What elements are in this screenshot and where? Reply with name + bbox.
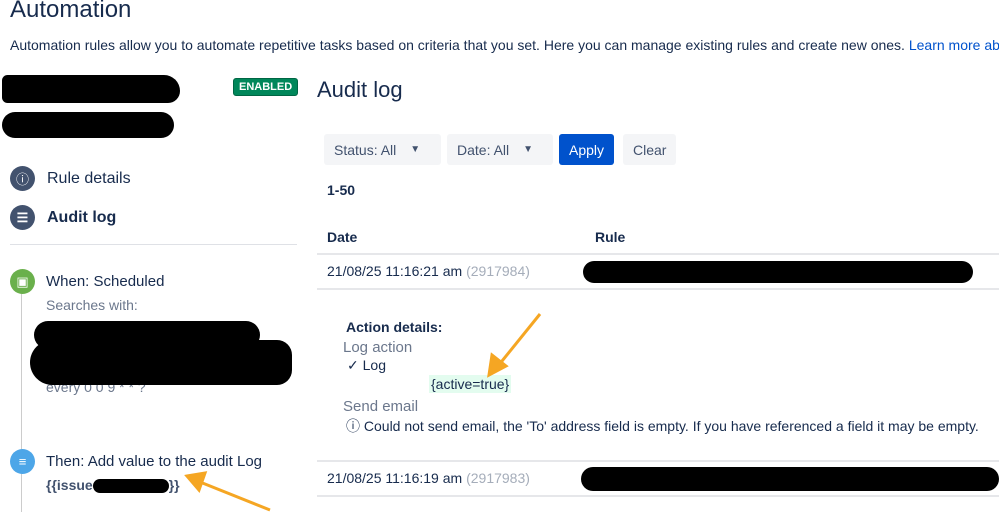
arrow-line [199, 480, 271, 512]
annotation-arrows [184, 313, 542, 512]
arrow-head [184, 471, 208, 493]
arrow-line [496, 313, 542, 367]
